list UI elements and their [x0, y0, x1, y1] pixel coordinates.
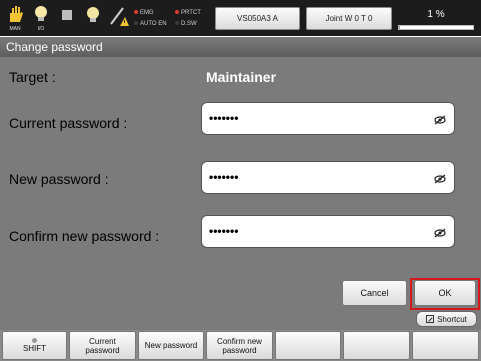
new-password-field[interactable]: •••••••: [201, 161, 455, 194]
function-key-5[interactable]: [275, 331, 341, 360]
tool-warning-icon[interactable]: [108, 4, 130, 32]
confirm-password-label: Confirm new password :: [9, 228, 160, 244]
cancel-button[interactable]: Cancel: [342, 280, 407, 306]
shortcut-icon: [426, 315, 435, 323]
target-label: Target :: [9, 69, 56, 85]
stop-icon[interactable]: [57, 4, 79, 32]
auto-en-indicator: AUTO EN: [134, 21, 167, 28]
speed-indicator[interactable]: 1 %: [396, 7, 476, 31]
function-key-6[interactable]: [343, 331, 410, 360]
hide-password-icon[interactable]: [434, 174, 446, 184]
shortcut-row: Shortcut: [0, 310, 481, 330]
status-bar: MAN I/O EMG PRTCT AUTO EN D.SW VS050A3 A…: [0, 0, 481, 36]
shortcut-button[interactable]: Shortcut: [416, 311, 477, 327]
current-password-field[interactable]: •••••••: [201, 102, 455, 135]
target-value: Maintainer: [206, 69, 277, 85]
current-password-label: Current password :: [9, 115, 128, 131]
speed-bar-fill: [399, 26, 400, 29]
robot-button[interactable]: VS050A3 A: [215, 7, 300, 30]
lamp-icon[interactable]: [82, 4, 104, 32]
hide-password-icon[interactable]: [434, 228, 446, 238]
dsw-indicator: D.SW: [175, 21, 197, 28]
auto-en-dot: [134, 21, 138, 26]
new-password-key[interactable]: New password: [138, 331, 204, 360]
ok-button[interactable]: OK: [414, 280, 476, 306]
current-password-key[interactable]: Current password: [69, 331, 136, 360]
confirm-password-field[interactable]: •••••••: [201, 215, 455, 248]
io-icon[interactable]: I/O: [30, 4, 52, 32]
function-key-7[interactable]: [412, 331, 479, 360]
change-password-panel: Target : Maintainer Current password : •…: [0, 57, 481, 310]
shift-key[interactable]: SHIFT: [2, 331, 67, 360]
current-password-value: •••••••: [209, 111, 239, 125]
dsw-dot: [175, 21, 179, 26]
emg-indicator: EMG: [134, 10, 154, 17]
new-password-label: New password :: [9, 171, 109, 187]
confirm-password-value: •••••••: [209, 224, 239, 238]
function-key-bar: SHIFT Current password New password Conf…: [0, 330, 481, 361]
joint-button[interactable]: Joint W 0 T 0: [306, 7, 392, 30]
speed-bar: [398, 25, 474, 30]
shift-led-icon: [32, 338, 37, 343]
new-password-value: •••••••: [209, 170, 239, 184]
emg-dot: [134, 10, 138, 15]
prtct-dot: [175, 10, 179, 15]
page-title: Change password: [0, 37, 481, 57]
shortcut-label: Shortcut: [437, 314, 467, 324]
prtct-indicator: PRTCT: [175, 10, 201, 17]
man-icon[interactable]: MAN: [4, 4, 26, 32]
confirm-new-password-key[interactable]: Confirm new password: [206, 331, 273, 360]
hide-password-icon[interactable]: [434, 115, 446, 125]
speed-percent-text: 1 %: [427, 9, 445, 20]
